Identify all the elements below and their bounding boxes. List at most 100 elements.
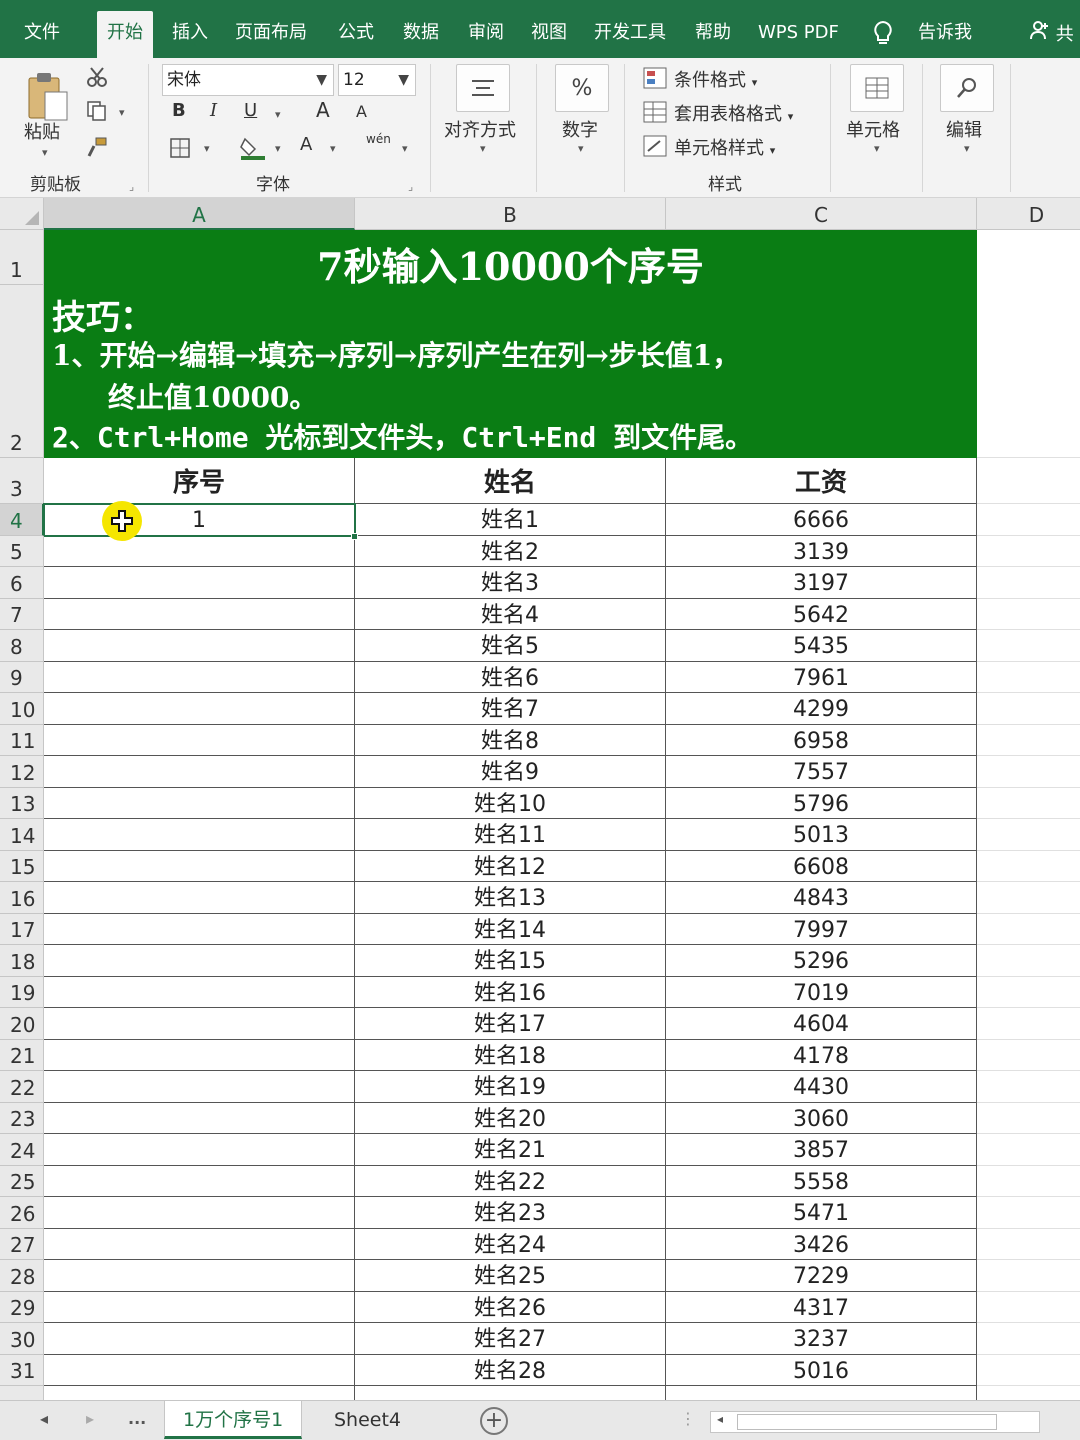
row-header[interactable]: 10 (0, 693, 44, 725)
salary-cell[interactable]: 4299 (666, 693, 977, 725)
phonetic-guide-button[interactable]: wén (366, 132, 391, 146)
share-button[interactable]: 共 (1030, 20, 1074, 46)
name-cell[interactable]: 姓名8 (355, 725, 666, 756)
cells-button[interactable]: 单元格 (846, 116, 900, 142)
name-cell[interactable]: 姓名5 (355, 630, 666, 662)
salary-cell[interactable]: 7961 (666, 662, 977, 693)
tab-review[interactable]: 审阅 (468, 14, 504, 52)
cells-icon[interactable] (850, 64, 904, 112)
name-cell[interactable]: 姓名1 (355, 504, 666, 536)
seq-cell[interactable] (44, 1103, 355, 1134)
salary-cell[interactable]: 5796 (666, 788, 977, 819)
name-cell[interactable]: 姓名20 (355, 1103, 666, 1134)
empty-cell[interactable] (977, 458, 1080, 504)
salary-cell[interactable]: 4604 (666, 1008, 977, 1040)
tab-view[interactable]: 视图 (531, 14, 567, 52)
tab-page-layout[interactable]: 页面布局 (235, 14, 307, 52)
row-header-2[interactable]: 2 (0, 285, 44, 458)
name-cell[interactable]: 姓名21 (355, 1134, 666, 1166)
empty-cell[interactable] (977, 1323, 1080, 1355)
alignment-button[interactable]: 对齐方式 (444, 116, 516, 142)
header-cell-name[interactable]: 姓名 (355, 458, 666, 504)
empty-cell[interactable] (977, 1134, 1080, 1166)
salary-cell[interactable]: 4843 (666, 882, 977, 914)
conditional-format-button[interactable]: 条件格式 ▾ (674, 66, 757, 92)
name-cell[interactable]: 姓名9 (355, 756, 666, 788)
font-color-dropdown-icon[interactable]: ▾ (330, 142, 336, 155)
salary-cell[interactable]: 3857 (666, 1134, 977, 1166)
worksheet-grid[interactable]: A B C D 1 2 3 7秒输入10000个序号 技巧： 1、开始→编辑→填… (0, 198, 1080, 1400)
name-cell[interactable]: 姓名4 (355, 599, 666, 630)
seq-cell[interactable] (44, 977, 355, 1008)
fill-color-icon[interactable] (238, 134, 268, 162)
empty-cell[interactable] (977, 1040, 1080, 1071)
font-size-select[interactable]: 12 ▼ (338, 64, 416, 96)
horizontal-scrollbar[interactable]: ◂ (710, 1411, 1040, 1433)
cells-dropdown-icon[interactable]: ▾ (874, 142, 880, 155)
sheet-tab-1[interactable]: 1万个序号1 (164, 1401, 303, 1439)
conditional-format-icon[interactable] (642, 66, 668, 90)
shrink-font-button[interactable]: A (356, 102, 367, 121)
tab-wps-pdf[interactable]: WPS PDF (758, 14, 839, 52)
cell-styles-icon[interactable] (642, 134, 668, 158)
name-cell[interactable]: 姓名10 (355, 788, 666, 819)
scroll-left-arrow-icon[interactable]: ◂ (717, 1412, 723, 1426)
lightbulb-icon[interactable] (872, 20, 894, 46)
font-name-select[interactable]: 宋体 ▼ (162, 64, 334, 96)
row-header[interactable]: 26 (0, 1197, 44, 1229)
name-cell[interactable]: 姓名6 (355, 662, 666, 693)
row-header[interactable]: 9 (0, 662, 44, 693)
partial-cell[interactable] (44, 1386, 355, 1400)
name-cell[interactable]: 姓名22 (355, 1166, 666, 1197)
row-header[interactable] (0, 1386, 44, 1400)
cut-icon[interactable] (84, 64, 110, 90)
more-sheets-button[interactable]: ... (128, 1409, 146, 1428)
empty-cell[interactable] (977, 945, 1080, 977)
row-header[interactable]: 28 (0, 1260, 44, 1292)
empty-cell[interactable] (977, 851, 1080, 882)
partial-cell[interactable] (355, 1386, 666, 1400)
empty-cell[interactable] (977, 630, 1080, 662)
seq-cell[interactable] (44, 1040, 355, 1071)
empty-cell[interactable] (977, 1292, 1080, 1323)
row-header[interactable]: 25 (0, 1166, 44, 1197)
splitter-handle-icon[interactable]: ⋮ (680, 1409, 696, 1428)
seq-cell[interactable] (44, 1323, 355, 1355)
salary-cell[interactable]: 5013 (666, 819, 977, 851)
fill-color-dropdown-icon[interactable]: ▾ (275, 142, 281, 155)
empty-cell[interactable] (977, 1071, 1080, 1103)
column-header-c[interactable]: C (666, 198, 977, 230)
header-cell-salary[interactable]: 工资 (666, 458, 977, 504)
font-color-button[interactable]: A (300, 134, 312, 155)
grow-font-button[interactable]: A (316, 98, 330, 122)
salary-cell[interactable]: 3060 (666, 1103, 977, 1134)
empty-cell[interactable] (977, 756, 1080, 788)
row-header[interactable]: 12 (0, 756, 44, 788)
row-header[interactable]: 29 (0, 1292, 44, 1323)
salary-cell[interactable]: 4430 (666, 1071, 977, 1103)
empty-cell[interactable] (977, 504, 1080, 536)
row-header-1[interactable]: 1 (0, 230, 44, 285)
salary-cell[interactable]: 7557 (666, 756, 977, 788)
seq-cell[interactable] (44, 1166, 355, 1197)
name-cell[interactable]: 姓名14 (355, 914, 666, 945)
header-cell-seq[interactable]: 序号 (44, 458, 355, 504)
font-launcher-icon[interactable]: ⌟ (408, 180, 413, 193)
partial-cell[interactable] (666, 1386, 977, 1400)
column-header-b[interactable]: B (355, 198, 666, 230)
editing-dropdown-icon[interactable]: ▾ (964, 142, 970, 155)
name-cell[interactable]: 姓名26 (355, 1292, 666, 1323)
borders-icon[interactable] (168, 136, 192, 160)
sheet-tab-2[interactable]: Sheet4 (316, 1401, 419, 1439)
name-cell[interactable]: 姓名18 (355, 1040, 666, 1071)
alignment-dropdown-icon[interactable]: ▾ (480, 142, 486, 155)
empty-cell[interactable] (977, 567, 1080, 599)
row-header[interactable]: 31 (0, 1355, 44, 1386)
seq-cell[interactable] (44, 662, 355, 693)
number-dropdown-icon[interactable]: ▾ (578, 142, 584, 155)
seq-cell[interactable] (44, 693, 355, 725)
tab-file[interactable]: 文件 (24, 14, 60, 52)
instruction-banner[interactable]: 7秒输入10000个序号 技巧： 1、开始→编辑→填充→序列→序列产生在列→步长… (44, 230, 977, 458)
seq-cell[interactable] (44, 819, 355, 851)
alignment-icon[interactable] (456, 64, 510, 112)
